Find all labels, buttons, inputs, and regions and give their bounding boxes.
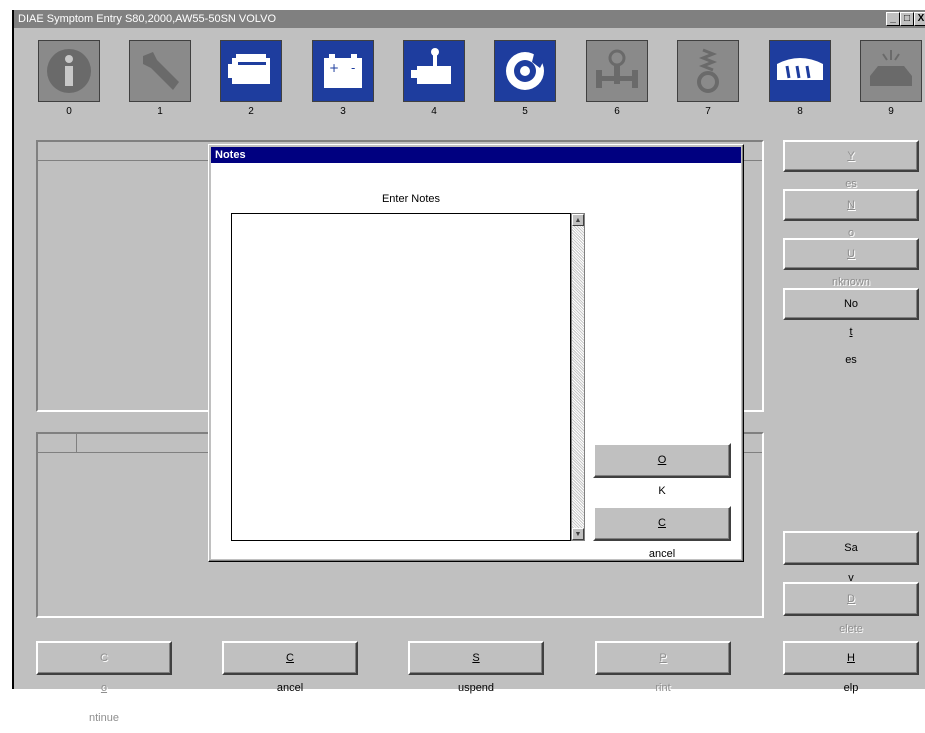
ok-button[interactable]: OK bbox=[593, 443, 731, 497]
suspend-button[interactable]: Suspend bbox=[408, 641, 544, 694]
continue-button[interactable]: Co ntinue bbox=[36, 641, 172, 724]
svg-text:-: - bbox=[351, 61, 355, 75]
dialog-cancel-button[interactable]: Cancel bbox=[593, 506, 731, 560]
close-button[interactable]: X bbox=[914, 12, 925, 26]
category-button-4[interactable] bbox=[403, 40, 465, 102]
notes-dialog-title-bar[interactable]: Notes bbox=[211, 147, 741, 163]
category-number-4: 4 bbox=[431, 106, 437, 117]
category-number-3: 3 bbox=[340, 106, 346, 117]
category-button-2[interactable] bbox=[220, 40, 282, 102]
title-bar: DIAE Symptom Entry S80,2000,AW55-50SN VO… bbox=[14, 10, 925, 28]
notes-scrollbar[interactable]: ▲ ▼ bbox=[571, 213, 585, 541]
car-alarm-icon bbox=[860, 40, 922, 102]
scroll-up-arrow-icon[interactable]: ▲ bbox=[572, 214, 584, 226]
scroll-down-arrow-icon[interactable]: ▼ bbox=[572, 528, 584, 540]
yes-button[interactable]: Yes bbox=[783, 140, 919, 190]
category-button-8[interactable] bbox=[769, 40, 831, 102]
notes-textarea[interactable] bbox=[231, 213, 571, 541]
notes-button[interactable]: No t es bbox=[783, 288, 919, 366]
battery-icon: + - bbox=[312, 40, 374, 102]
category-button-3[interactable]: + - bbox=[312, 40, 374, 102]
category-button-1[interactable] bbox=[129, 40, 191, 102]
notes-dialog-body: Enter Notes ▲ ▼ OK Cancel bbox=[211, 163, 741, 560]
cancel-button[interactable]: Cancel bbox=[222, 641, 358, 694]
category-number-8: 8 bbox=[797, 106, 803, 117]
unknown-button[interactable]: Unknown bbox=[783, 238, 919, 288]
column-divider bbox=[76, 434, 77, 452]
maximize-button[interactable]: □ bbox=[900, 12, 914, 26]
engine-icon bbox=[220, 40, 282, 102]
category-number-9: 9 bbox=[888, 106, 894, 117]
category-button-6[interactable] bbox=[586, 40, 648, 102]
category-number-6: 6 bbox=[614, 106, 620, 117]
enter-notes-label: Enter Notes bbox=[381, 193, 441, 205]
category-button-5[interactable] bbox=[494, 40, 556, 102]
suspension-spring-icon bbox=[677, 40, 739, 102]
notes-dialog-title: Notes bbox=[215, 149, 246, 161]
brake-disc-icon bbox=[494, 40, 556, 102]
save-symptom-list-button[interactable]: Save Symptom List bbox=[783, 531, 919, 614]
transmission-icon bbox=[403, 40, 465, 102]
print-button[interactable]: Print bbox=[595, 641, 731, 694]
category-number-0: 0 bbox=[66, 106, 72, 117]
wrench-icon bbox=[129, 40, 191, 102]
svg-text:+: + bbox=[329, 61, 339, 75]
no-button[interactable]: No bbox=[783, 189, 919, 239]
notes-dialog: Notes Enter Notes ▲ ▼ OK Cancel bbox=[208, 144, 744, 562]
window-title: DIAE Symptom Entry S80,2000,AW55-50SN VO… bbox=[18, 13, 276, 25]
minimize-button[interactable]: _ bbox=[886, 12, 900, 26]
category-number-5: 5 bbox=[522, 106, 528, 117]
help-button[interactable]: Help bbox=[783, 641, 919, 694]
category-number-1: 1 bbox=[157, 106, 163, 117]
delete-button[interactable]: Delete bbox=[783, 582, 919, 635]
seats-interior-icon bbox=[769, 40, 831, 102]
category-button-9[interactable] bbox=[860, 40, 922, 102]
category-button-0[interactable] bbox=[38, 40, 100, 102]
category-button-7[interactable] bbox=[677, 40, 739, 102]
information-icon bbox=[38, 40, 100, 102]
steering-axle-icon bbox=[586, 40, 648, 102]
category-number-7: 7 bbox=[705, 106, 711, 117]
category-number-2: 2 bbox=[248, 106, 254, 117]
